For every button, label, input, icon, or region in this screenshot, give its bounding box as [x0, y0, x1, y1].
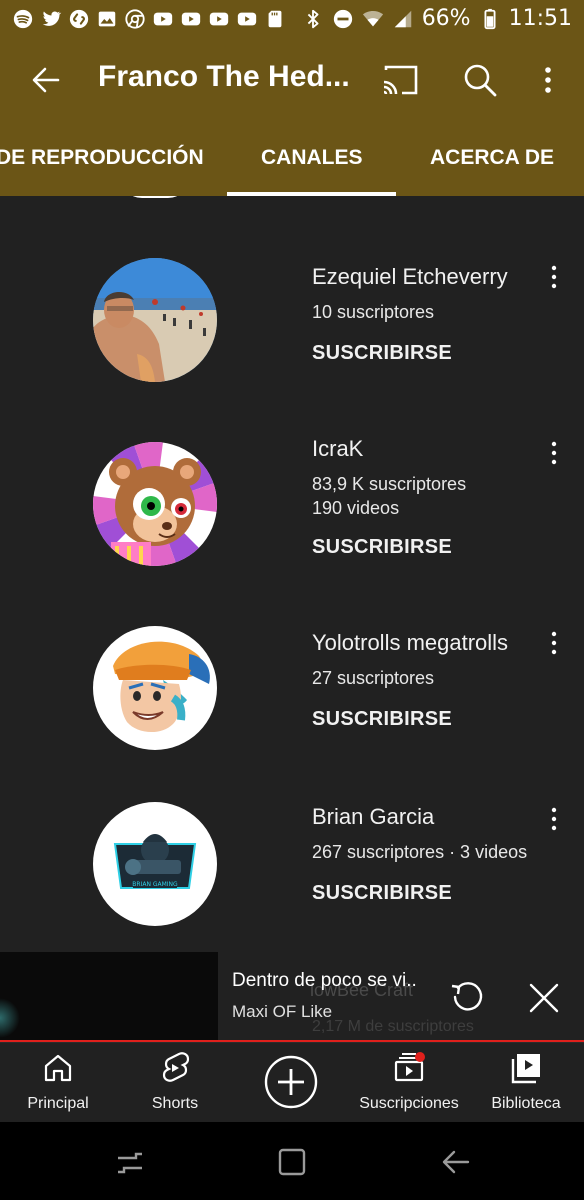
- mini-player-title[interactable]: Dentro de poco se vi..: [232, 970, 417, 992]
- battery-icon: [479, 8, 501, 30]
- subscribe-button[interactable]: SUSCRIBIRSE: [312, 536, 452, 559]
- mini-player[interactable]: lowBee Craft 2,17 M de suscriptores Dent…: [0, 952, 584, 1043]
- svg-text:BRIAN GAMING: BRIAN GAMING: [132, 881, 178, 888]
- signal-icon: [392, 8, 414, 30]
- close-icon[interactable]: [528, 982, 560, 1014]
- nav-shorts[interactable]: Shorts: [146, 1051, 204, 1113]
- mini-player-thumbnail[interactable]: [0, 952, 218, 1040]
- more-vert-icon[interactable]: [536, 62, 560, 98]
- avatar[interactable]: [93, 258, 217, 382]
- system-navigation-bar: [0, 1122, 584, 1200]
- do-not-disturb-icon: [332, 8, 354, 30]
- system-status: 66% 11:51: [302, 6, 572, 31]
- tab-about[interactable]: ACERCA DE: [430, 146, 554, 170]
- nav-home[interactable]: Principal: [25, 1051, 91, 1113]
- more-vert-icon[interactable]: [546, 630, 562, 656]
- replay-icon[interactable]: [448, 978, 486, 1016]
- battery-percent: 66%: [421, 6, 471, 31]
- list-item[interactable]: Ezequiel Etcheverry 10 suscriptores SUSC…: [0, 258, 584, 418]
- avatar[interactable]: [93, 626, 217, 750]
- channel-name[interactable]: IcraK: [312, 436, 363, 462]
- subscribe-button[interactable]: SUSCRIBIRSE: [312, 708, 452, 731]
- subscribe-button[interactable]: SUSCRIBIRSE: [312, 882, 452, 905]
- list-item[interactable]: IcraK 83,9 K suscriptores 190 videos SUS…: [0, 436, 584, 602]
- notification-dot: [415, 1052, 425, 1062]
- status-bar: 66% 11:51: [0, 0, 584, 40]
- mini-player-channel: Maxi OF Like: [232, 1002, 333, 1021]
- home-button-icon[interactable]: [274, 1144, 310, 1180]
- bluetooth-icon: [302, 8, 324, 30]
- more-vert-icon[interactable]: [546, 440, 562, 466]
- shorts-icon: [162, 1052, 190, 1082]
- subscriber-count: 267 suscriptores · 3 videos: [312, 842, 528, 862]
- channel-list[interactable]: Ezequiel Etcheverry 10 suscriptores SUSC…: [0, 196, 584, 956]
- channel-tabs: DE REPRODUCCIÓN CANALES ACERCA DE: [0, 120, 584, 196]
- nav-subscriptions-label: Suscripciones: [359, 1095, 459, 1112]
- search-icon[interactable]: [460, 60, 500, 100]
- sd-card-icon: [264, 8, 286, 30]
- wifi-icon: [362, 8, 384, 30]
- youtube-icon: [152, 8, 174, 30]
- more-vert-icon[interactable]: [546, 806, 562, 832]
- app-bar: Franco The Hed...: [0, 40, 584, 120]
- nav-home-label: Principal: [27, 1095, 89, 1112]
- nav-library[interactable]: Biblioteca: [488, 1051, 564, 1113]
- youtube-icon: [208, 8, 230, 30]
- clock: 11:51: [508, 6, 572, 31]
- back-button-icon[interactable]: [438, 1144, 474, 1180]
- avatar[interactable]: [93, 442, 217, 566]
- twitter-icon: [40, 8, 62, 30]
- page-title: Franco The Hed...: [98, 60, 350, 93]
- video-count: 190 videos: [312, 498, 400, 518]
- chrome-icon: [124, 8, 146, 30]
- youtube-icon: [236, 8, 258, 30]
- avatar[interactable]: BRIAN GAMING: [93, 802, 217, 926]
- channel-name[interactable]: Ezequiel Etcheverry: [312, 264, 508, 290]
- subscriptions-icon: [394, 1052, 425, 1082]
- home-icon: [44, 1054, 72, 1082]
- subscribe-button[interactable]: SUSCRIBIRSE: [312, 342, 452, 365]
- list-item[interactable]: Yolotrolls megatrolls 27 suscriptores SU…: [0, 626, 584, 786]
- subscriber-count: 10 suscriptores: [312, 302, 435, 322]
- youtube-icon: [180, 8, 202, 30]
- nav-library-label: Biblioteca: [491, 1095, 561, 1112]
- notification-icons: [12, 8, 286, 30]
- bottom-navigation: Principal Shorts Suscripciones Bibliotec…: [0, 1042, 584, 1122]
- recents-icon[interactable]: [112, 1144, 148, 1180]
- more-vert-icon[interactable]: [546, 264, 562, 290]
- gallery-icon: [96, 8, 118, 30]
- shazam-icon: [68, 8, 90, 30]
- library-icon: [511, 1054, 540, 1084]
- channel-name[interactable]: Brian Garcia: [312, 804, 434, 830]
- nav-shorts-label: Shorts: [151, 1095, 199, 1112]
- tab-playlists[interactable]: DE REPRODUCCIÓN: [0, 146, 204, 170]
- cast-icon[interactable]: [380, 62, 420, 98]
- channel-name[interactable]: Yolotrolls megatrolls: [312, 630, 508, 656]
- obscured-subscriber-count: 2,17 M de suscriptores: [312, 1018, 474, 1035]
- tab-channels[interactable]: CANALES: [261, 146, 363, 170]
- back-arrow-icon[interactable]: [28, 62, 64, 98]
- subscriber-count: 83,9 K suscriptores: [312, 474, 467, 494]
- subscriber-count: 27 suscriptores: [312, 668, 435, 688]
- list-item[interactable]: BRIAN GAMING Brian Garcia 267 suscriptor…: [0, 802, 584, 956]
- create-icon[interactable]: [264, 1055, 318, 1109]
- spotify-icon: [12, 8, 34, 30]
- previous-avatar-edge: [120, 196, 190, 198]
- nav-subscriptions[interactable]: Suscripciones: [356, 1051, 462, 1113]
